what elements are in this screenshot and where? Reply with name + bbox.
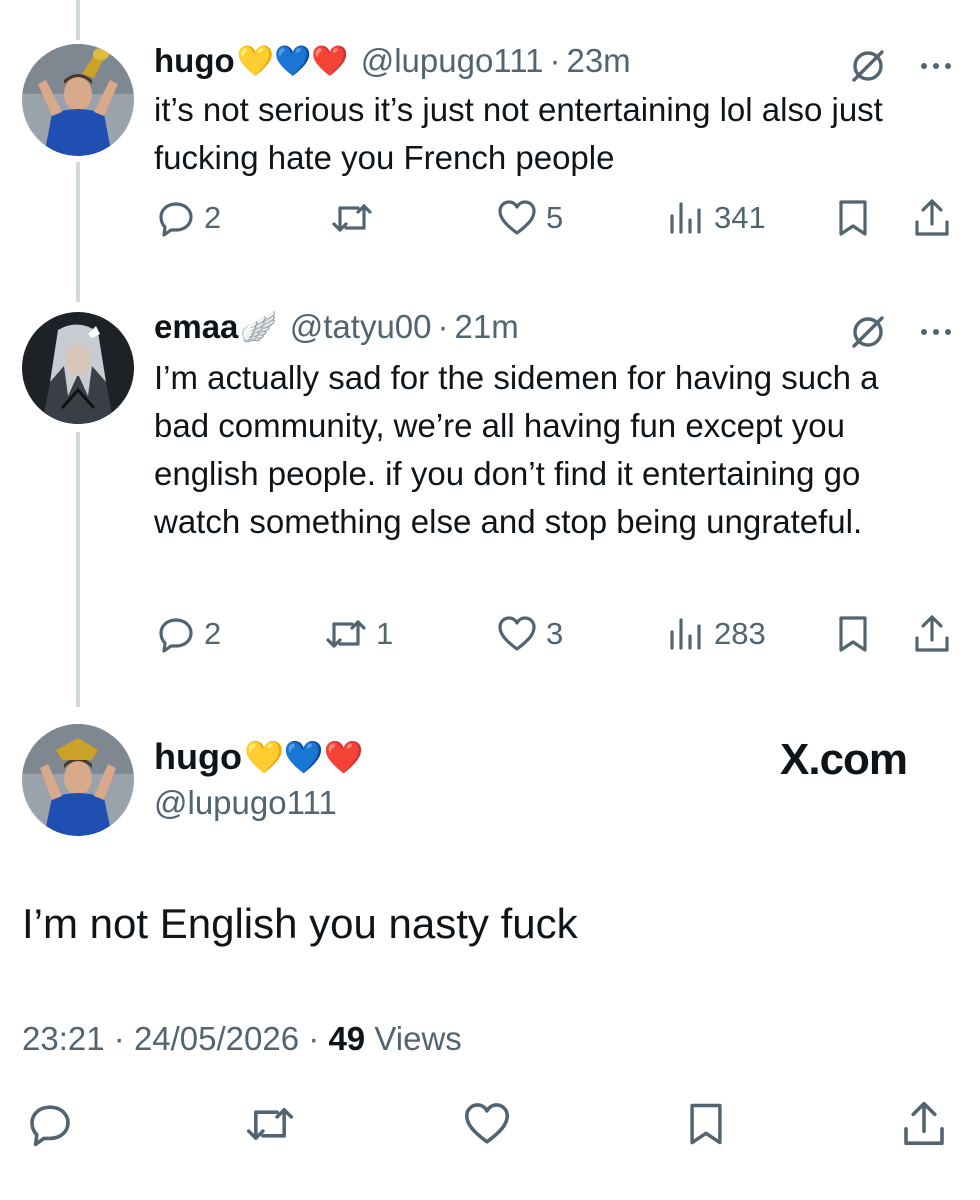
tweet-time[interactable]: 21m xyxy=(455,308,519,346)
like-button[interactable]: 3 xyxy=(496,614,563,654)
tweet-actions: 2 5 341 xyxy=(154,198,954,248)
separator-dot: · xyxy=(549,42,561,79)
thread-line-top xyxy=(76,0,80,40)
retweet-button[interactable]: 1 xyxy=(324,614,393,654)
bookmark-icon[interactable] xyxy=(684,1100,728,1148)
tweet-date[interactable]: 24/05/2026 xyxy=(134,1020,299,1057)
reply-count: 2 xyxy=(204,616,222,651)
more-icon[interactable] xyxy=(916,46,960,86)
tweet-header: hugo 💛💙❤️ @lupugo111 · 23m xyxy=(154,42,631,80)
separator-dot: · xyxy=(113,1020,134,1057)
bookmark-button[interactable] xyxy=(834,614,872,654)
reply-icon xyxy=(159,618,193,653)
separator-dot: · xyxy=(308,1020,329,1057)
tweet-corner-actions xyxy=(848,312,960,352)
name-emojis: 💛💙❤️ xyxy=(243,739,364,775)
thread-line-2 xyxy=(76,432,80,707)
share-icon[interactable] xyxy=(900,1100,948,1148)
views-count: 283 xyxy=(714,616,766,651)
views-icon xyxy=(670,202,701,234)
separator-dot: · xyxy=(437,308,449,345)
name-emojis: 🪽 xyxy=(240,310,278,344)
reply-button[interactable]: 2 xyxy=(156,614,221,654)
display-name: hugo xyxy=(154,736,242,777)
bookmark-button[interactable] xyxy=(834,198,872,238)
bookmark-icon xyxy=(839,200,867,236)
tweet-header: emaa 🪽 @tatyu00 · 21m xyxy=(154,308,519,346)
share-button[interactable] xyxy=(912,614,952,654)
views-count: 341 xyxy=(714,200,766,235)
more-icon[interactable] xyxy=(916,312,960,352)
main-display-name[interactable]: hugo 💛💙❤️ xyxy=(154,736,364,778)
like-icon xyxy=(498,200,536,235)
tweet-actions: 2 1 3 283 xyxy=(154,614,954,664)
views-button[interactable]: 341 xyxy=(666,198,766,238)
like-button[interactable]: 5 xyxy=(496,198,563,238)
views-count: 49 xyxy=(328,1020,366,1057)
thread-line-1 xyxy=(76,162,80,302)
retweet-button[interactable] xyxy=(330,198,382,238)
share-icon xyxy=(915,615,949,652)
views-icon xyxy=(670,618,701,650)
name-emojis: 💛💙❤️ xyxy=(236,44,349,78)
bookmark-icon xyxy=(839,616,867,652)
reply-icon xyxy=(159,202,193,237)
avatar[interactable] xyxy=(22,44,134,156)
user-handle[interactable]: @lupugo111 xyxy=(154,784,337,822)
tweet-time[interactable]: 23m xyxy=(566,42,630,80)
tweet-text: it’s not serious it’s just not entertain… xyxy=(154,91,883,176)
display-name[interactable]: emaa xyxy=(154,308,238,346)
reply-count: 2 xyxy=(204,200,222,235)
like-icon xyxy=(498,616,536,651)
tweet-text: I’m actually sad for the sidemen for hav… xyxy=(154,359,879,540)
retweet-icon xyxy=(332,204,372,232)
user-handle[interactable]: @lupugo111 xyxy=(361,42,544,80)
views-label: Views xyxy=(374,1020,462,1057)
grok-icon[interactable] xyxy=(848,312,888,352)
share-icon xyxy=(915,199,949,236)
retweet-count: 1 xyxy=(376,616,394,651)
avatar[interactable] xyxy=(22,312,134,424)
views-button[interactable]: 283 xyxy=(666,614,766,654)
reply-icon[interactable] xyxy=(26,1100,74,1148)
like-icon[interactable] xyxy=(462,1100,512,1148)
main-tweet-actions xyxy=(0,1100,980,1160)
like-count: 5 xyxy=(546,200,564,235)
user-handle[interactable]: @tatyu00 xyxy=(290,308,432,346)
reply-button[interactable]: 2 xyxy=(156,198,221,238)
x-brand-watermark: X.com xyxy=(780,735,908,784)
like-count: 3 xyxy=(546,616,564,651)
avatar[interactable] xyxy=(22,724,134,836)
share-button[interactable] xyxy=(912,198,952,238)
retweet-icon[interactable] xyxy=(244,1100,296,1148)
tweet-corner-actions xyxy=(848,46,960,86)
display-name[interactable]: hugo xyxy=(154,42,235,80)
main-tweet-text: I’m not English you nasty fuck xyxy=(22,900,578,947)
retweet-icon xyxy=(326,620,366,648)
tweet-time[interactable]: 23:21 xyxy=(22,1020,105,1057)
grok-icon[interactable] xyxy=(848,46,888,86)
tweet-meta: 23:21 · 24/05/2026 · 49 Views xyxy=(22,1020,462,1058)
